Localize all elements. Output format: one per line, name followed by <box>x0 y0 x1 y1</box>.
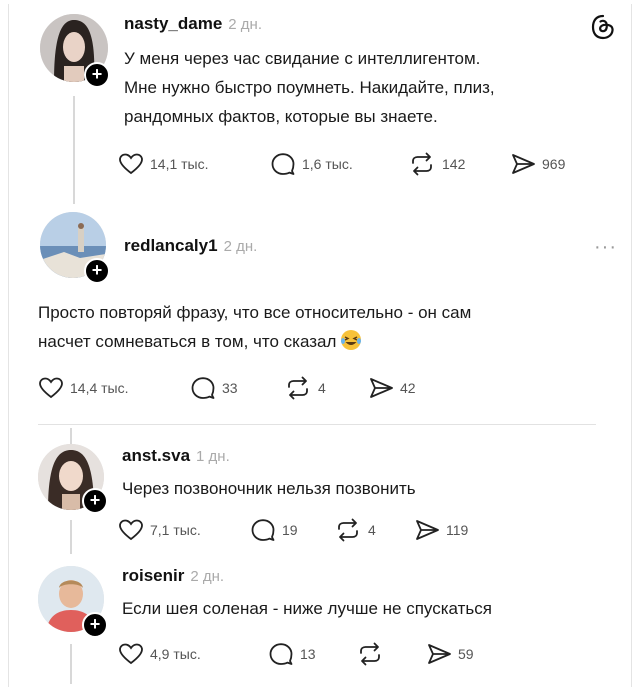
share-button[interactable]: 119 <box>414 518 468 542</box>
username[interactable]: redlancaly1 <box>124 236 218 255</box>
post-author[interactable]: redlancaly1 2 дн. <box>124 236 257 256</box>
repost-button[interactable] <box>356 642 390 666</box>
post-time: 2 дн. <box>228 16 262 33</box>
heart-icon <box>119 153 143 175</box>
thread-line <box>70 520 72 554</box>
like-button[interactable]: 7,1 тыс. <box>118 518 201 542</box>
comment-bubble-icon <box>251 519 275 541</box>
threads-logo-icon[interactable] <box>590 14 616 40</box>
share-count: 969 <box>542 156 566 172</box>
username[interactable]: roisenir <box>122 566 184 585</box>
username[interactable]: anst.sva <box>122 446 190 465</box>
username[interactable]: nasty_dame <box>124 14 222 33</box>
repost-button[interactable]: 4 <box>334 518 376 542</box>
heart-icon <box>39 377 63 399</box>
post-text-line: рандомных фактов, которые вы знаете. <box>124 107 438 126</box>
post-text-segment: насчет сомневаться в том, что сказал <box>38 332 337 351</box>
thread-line <box>70 428 72 444</box>
repost-count: 4 <box>318 380 326 396</box>
divider <box>38 424 596 425</box>
post-actions: 14,4 тыс. 33 4 42 <box>38 376 518 402</box>
more-dots-icon[interactable]: ··· <box>594 236 617 259</box>
post-actions: 4,9 тыс. 13 59 <box>118 642 518 668</box>
post-text: У меня через час свидание с интеллигенто… <box>124 44 495 131</box>
share-count: 119 <box>446 522 469 538</box>
comment-bubble-icon <box>191 377 215 399</box>
comment-button[interactable]: 19 <box>250 518 298 542</box>
post-text-line: Через позвоночник нельзя позвонить <box>122 479 416 498</box>
comment-bubble-icon <box>271 153 295 175</box>
laughing-emoji-icon <box>341 330 362 350</box>
like-count: 14,4 тыс. <box>70 380 129 396</box>
follow-plus-icon[interactable]: + <box>82 612 108 638</box>
repost-icon <box>360 642 380 666</box>
share-count: 42 <box>400 380 416 396</box>
heart-icon <box>119 643 143 665</box>
comment-button[interactable]: 1,6 тыс. <box>270 152 353 176</box>
send-icon <box>512 154 535 174</box>
repost-button[interactable]: 4 <box>284 376 326 400</box>
post-text-line: Просто повторяй фразу, что все относител… <box>38 303 472 322</box>
repost-icon <box>288 376 308 400</box>
post-text: Через позвоночник нельзя позвонить <box>122 474 416 503</box>
comment-count: 33 <box>222 380 238 396</box>
repost-count: 142 <box>442 156 466 172</box>
post-text: Просто повторяй фразу, что все относител… <box>38 298 471 356</box>
comment-count: 1,6 тыс. <box>302 156 353 172</box>
post-text-line: Если шея соленая - ниже лучше не спускат… <box>122 599 492 618</box>
like-count: 7,1 тыс. <box>150 522 201 538</box>
comment-bubble-icon <box>269 643 293 665</box>
comment-count: 13 <box>300 646 316 662</box>
follow-plus-icon[interactable]: + <box>84 62 110 88</box>
like-button[interactable]: 14,1 тыс. <box>118 152 209 176</box>
post-author[interactable]: roisenir 2 дн. <box>122 566 224 586</box>
post-actions: 14,1 тыс. 1,6 тыс. 142 969 <box>118 152 598 178</box>
post-author[interactable]: nasty_dame 2 дн. <box>124 14 262 34</box>
thread-line <box>73 96 75 204</box>
comment-button[interactable]: 33 <box>190 376 238 400</box>
post-text-line: насчет сомневаться в том, что сказал <box>38 327 471 356</box>
send-icon <box>370 378 393 398</box>
repost-icon <box>412 152 432 176</box>
like-count: 14,1 тыс. <box>150 156 209 172</box>
send-icon <box>428 644 451 664</box>
post-text: Если шея соленая - ниже лучше не спускат… <box>122 594 492 623</box>
heart-icon <box>119 519 143 541</box>
post-time: 2 дн. <box>223 238 258 255</box>
comment-button[interactable]: 13 <box>268 642 316 666</box>
post-text-line: Мне нужно быстро поумнеть. Накидайте, пл… <box>124 78 495 97</box>
repost-icon <box>338 518 358 542</box>
post-text-line: У меня через час свидание с интеллигенто… <box>124 49 481 68</box>
post-author[interactable]: anst.sva 1 дн. <box>122 446 230 466</box>
share-button[interactable]: 969 <box>510 152 565 176</box>
send-icon <box>416 520 439 540</box>
follow-plus-icon[interactable]: + <box>84 258 110 284</box>
like-count: 4,9 тыс. <box>150 646 201 662</box>
share-count: 59 <box>458 646 474 662</box>
follow-plus-icon[interactable]: + <box>82 488 108 514</box>
thread-line <box>70 644 72 684</box>
share-button[interactable]: 59 <box>426 642 474 666</box>
like-button[interactable]: 4,9 тыс. <box>118 642 201 666</box>
post-actions: 7,1 тыс. 19 4 119 <box>118 518 518 544</box>
post-time: 1 дн. <box>196 448 230 465</box>
like-button[interactable]: 14,4 тыс. <box>38 376 129 400</box>
repost-button[interactable]: 142 <box>408 152 465 176</box>
post-time: 2 дн. <box>190 568 225 585</box>
repost-count: 4 <box>368 522 376 538</box>
share-button[interactable]: 42 <box>368 376 416 400</box>
comment-count: 19 <box>282 522 298 538</box>
